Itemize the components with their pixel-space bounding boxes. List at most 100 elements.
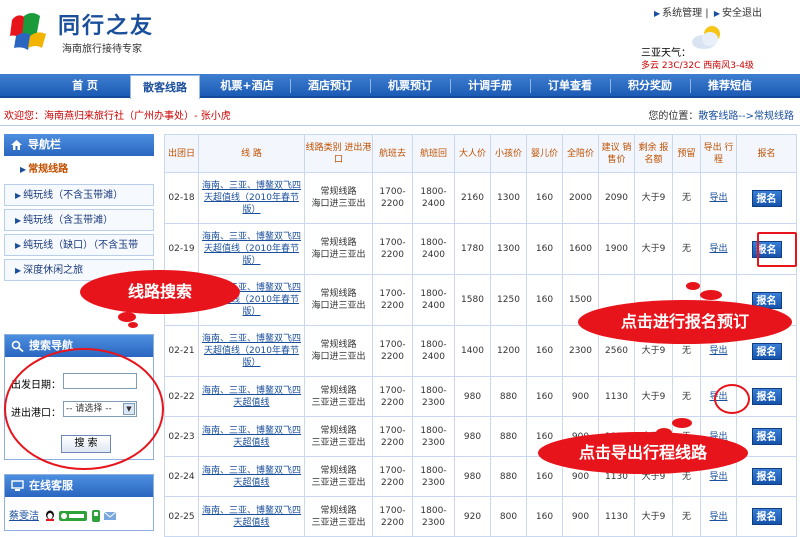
cell-value: 02-25 bbox=[168, 511, 195, 522]
cell-value: 2090 bbox=[605, 193, 628, 203]
breadcrumb-regular-routes[interactable]: 常规线路 bbox=[754, 111, 794, 122]
flight-time: 1800-2300 bbox=[420, 385, 447, 408]
service-panel-title: 在线客服 bbox=[29, 479, 73, 492]
sidebar-item-pure-gap[interactable]: ▶纯玩线（缺口）（不含玉带滩） bbox=[4, 234, 154, 273]
signup-button[interactable]: 报名 bbox=[751, 189, 782, 207]
logo-name: 同行之友 bbox=[58, 13, 155, 39]
route-port: 三亚进三亚出 bbox=[311, 397, 366, 408]
system-manage-link[interactable]: 系统管理 bbox=[662, 8, 702, 19]
cell-infant: 160 bbox=[526, 376, 563, 417]
signup-button[interactable]: 报名 bbox=[751, 428, 782, 445]
cell-child: 1300 bbox=[490, 223, 527, 275]
col-header: 航班去 bbox=[372, 134, 413, 173]
route-link[interactable]: 海南、三亚、博鳌双飞四天超值线（2010年春节版） bbox=[202, 232, 301, 266]
nav-separator bbox=[450, 79, 451, 93]
cell-back: 1800-2400 bbox=[412, 325, 455, 377]
nav-flight-booking[interactable]: 机票预订 bbox=[372, 74, 448, 98]
export-link[interactable]: 导出 bbox=[709, 512, 727, 522]
route-link[interactable]: 海南、三亚、博鳌双飞四天超值线（2010年春节版） bbox=[202, 181, 301, 215]
nav-sms[interactable]: 推荐短信 bbox=[692, 74, 768, 98]
cell-date: 02-22 bbox=[164, 376, 199, 417]
cell-value: 880 bbox=[499, 471, 518, 482]
route-link[interactable]: 海南、三亚、博鳌双飞四天超值线 bbox=[202, 506, 301, 528]
cell-back: 1800-2400 bbox=[412, 274, 455, 326]
cell-catport: 常规线路 海口进三亚出 bbox=[304, 274, 373, 326]
nav-orders[interactable]: 订单查看 bbox=[532, 74, 608, 98]
nav-panel-header: 导航栏 bbox=[4, 134, 154, 156]
service-agent-link[interactable]: 蔡雯洁 bbox=[9, 511, 39, 522]
cell-adult: 1400 bbox=[454, 325, 491, 377]
cell-child: 1250 bbox=[490, 274, 527, 326]
cell-export: 导出 bbox=[700, 223, 737, 275]
cell-route: 海南、三亚、博鳌双飞四天超值线 bbox=[198, 376, 305, 417]
export-link[interactable]: 导出 bbox=[709, 346, 727, 356]
export-link[interactable]: 导出 bbox=[709, 472, 727, 482]
phone-icon[interactable] bbox=[91, 510, 101, 522]
signup-button[interactable]: 报名 bbox=[751, 388, 782, 405]
cell-value: 920 bbox=[463, 511, 482, 522]
cell-value: 无 bbox=[681, 511, 691, 522]
route-category: 常规线路 bbox=[320, 340, 357, 350]
cell-back: 1800-2400 bbox=[412, 172, 455, 224]
signup-button[interactable]: 报名 bbox=[751, 508, 782, 525]
nav-separator bbox=[370, 79, 371, 93]
breadcrumb-tour-routes[interactable]: 散客线路 bbox=[698, 111, 738, 122]
cell-value: 160 bbox=[535, 346, 554, 356]
route-link[interactable]: 海南、三亚、博鳌双飞四天超值线 bbox=[202, 426, 301, 448]
route-category: 常规线路 bbox=[320, 425, 357, 436]
flight-time: 1800-2300 bbox=[420, 505, 447, 528]
cell-escort: 2000 bbox=[562, 172, 599, 224]
mail-icon[interactable] bbox=[103, 510, 117, 522]
triangle-icon: ▶ bbox=[15, 266, 22, 275]
cell-value: 160 bbox=[535, 471, 554, 482]
sidebar: 导航栏 ▶ 常规线路 ▶ 纯玩线（不含玉带滩） ▶ 纯玩线（含玉带滩） ▶ 纯玩线（缺口… bbox=[4, 134, 154, 531]
nav-planning-manual[interactable]: 计调手册 bbox=[452, 74, 528, 98]
signup-button[interactable]: 报名 bbox=[751, 342, 782, 360]
cell-date: 02-24 bbox=[164, 456, 199, 497]
cell-value: 1300 bbox=[497, 244, 520, 254]
flight-time: 1700-2200 bbox=[379, 465, 406, 488]
service-panel-header: 在线客服 bbox=[5, 475, 153, 497]
cell-infant: 160 bbox=[526, 325, 563, 377]
sidebar-item-regular[interactable]: ▶ 常规线路 bbox=[4, 159, 154, 181]
col-header: 航班回 bbox=[412, 134, 455, 173]
cell-reserve: 无 bbox=[672, 172, 701, 224]
signup-button[interactable]: 报名 bbox=[751, 468, 782, 485]
col-header: 婴儿价 bbox=[526, 134, 563, 173]
nav-home[interactable]: 首 页 bbox=[50, 74, 120, 98]
route-link[interactable]: 海南、三亚、博鳌双飞四天超值线 bbox=[202, 386, 301, 408]
cell-date: 02-21 bbox=[164, 325, 199, 377]
export-link[interactable]: 导出 bbox=[709, 244, 727, 254]
sidebar-item-pure-beach[interactable]: ▶ 纯玩线（含玉带滩） bbox=[4, 209, 154, 231]
cell-value: 160 bbox=[535, 511, 554, 522]
export-link[interactable]: 导出 bbox=[709, 193, 727, 203]
cell-catport: 常规线路 海口进三亚出 bbox=[304, 172, 373, 224]
nav-flight-hotel[interactable]: 机票+酒店 bbox=[208, 74, 286, 98]
cell-value: 160 bbox=[535, 391, 554, 402]
qq-icon[interactable] bbox=[44, 510, 56, 522]
cell-value: 2560 bbox=[605, 346, 628, 356]
route-link[interactable]: 海南、三亚、博鳌双飞四天超值线（2010年春节版） bbox=[202, 334, 301, 368]
weather-info: 多云 23C/32C 西南风3-4级 bbox=[641, 61, 754, 71]
logout-link[interactable]: 安全退出 bbox=[722, 8, 762, 19]
sidebar-item-pure-no-beach[interactable]: ▶ 纯玩线（不含玉带滩） bbox=[4, 184, 154, 206]
annotation-route-search: 线路搜索 bbox=[80, 270, 240, 314]
cell-value: 160 bbox=[535, 295, 554, 305]
cell-value: 02-22 bbox=[168, 391, 195, 402]
cell-value: 大于9 bbox=[641, 244, 666, 254]
service-row: 蔡雯洁 bbox=[9, 507, 117, 522]
cell-back: 1800-2300 bbox=[412, 376, 455, 417]
cell-value: 1300 bbox=[497, 193, 520, 203]
cell-value: 2160 bbox=[461, 193, 484, 203]
msn-icon[interactable] bbox=[59, 511, 88, 521]
nav-hotel-booking[interactable]: 酒店预订 bbox=[292, 74, 368, 98]
col-header: 建议 销售价 bbox=[598, 134, 635, 173]
cell-adult: 1580 bbox=[454, 274, 491, 326]
nav-points[interactable]: 积分奖励 bbox=[612, 74, 688, 98]
route-link[interactable]: 海南、三亚、博鳌双飞四天超值线 bbox=[202, 466, 301, 488]
annotation-puff bbox=[118, 312, 136, 322]
annotation-puff bbox=[700, 290, 722, 300]
nav-panel-title: 导航栏 bbox=[28, 138, 61, 151]
nav-tour-routes[interactable]: 散客线路 bbox=[130, 75, 200, 99]
table-row: 02-19 海南、三亚、博鳌双飞四天超值线（2010年春节版） 常规线路 海口进三亚出… bbox=[164, 223, 797, 275]
